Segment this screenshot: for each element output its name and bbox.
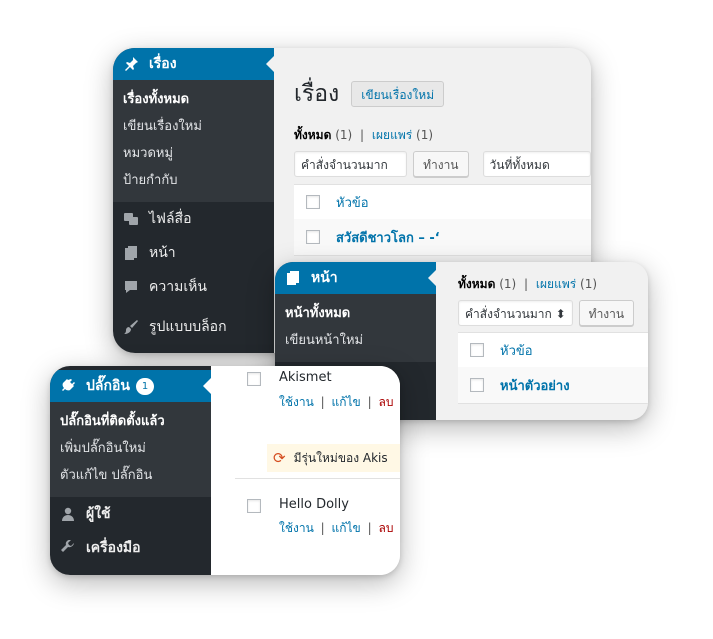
filter-all-count: (1)	[499, 277, 517, 291]
plugin-name: Hello Dolly	[279, 497, 349, 512]
edit-link[interactable]: แก้ไข	[332, 395, 361, 409]
pages-submenu: หน้าทั้งหมด เขียนหน้าใหม่	[275, 294, 436, 362]
filter-published[interactable]: เผยแพร่	[536, 277, 576, 291]
apply-button[interactable]: ทำงาน	[578, 300, 635, 326]
delete-link[interactable]: ลบ	[378, 521, 393, 535]
plugins-submenu: ปลั๊กอินที่ติดตั้งแล้ว เพิ่มปลั๊กอินใหม่…	[50, 402, 211, 497]
pages-icon	[285, 270, 301, 286]
admin-sidebar: เรื่อง เรื่องทั้งหมด เขียนเรื่องใหม่ หมว…	[113, 48, 274, 353]
wrench-icon	[60, 540, 76, 556]
submenu-all-posts[interactable]: เรื่องทั้งหมด	[113, 86, 274, 113]
menu-comments[interactable]: ความเห็น	[113, 270, 274, 304]
column-title-header[interactable]: หัวข้อ	[500, 340, 533, 361]
status-filters: ทั้งหมด (1) | เผยแพร่ (1)	[458, 275, 597, 294]
select-all-checkbox[interactable]	[306, 195, 320, 209]
pin-icon	[123, 56, 139, 72]
bulk-actions-select[interactable]: คำสั่งจำนวนมาก ⬍	[458, 300, 573, 326]
filter-separator: |	[524, 277, 529, 291]
page-title-link[interactable]: หน้าตัวอย่าง	[500, 375, 570, 396]
update-notice: ⟳ มีรุ่นใหม่ของ Akis	[267, 444, 400, 472]
page-title: เรื่อง	[294, 81, 340, 107]
admin-sidebar: ปลั๊กอิน 1 ปลั๊กอินที่ติดตั้งแล้ว เพิ่มป…	[50, 366, 211, 575]
menu-pages-label: หน้า	[149, 245, 176, 261]
table-row: หน้าตัวอย่าง	[458, 367, 648, 404]
delete-link[interactable]: ลบ	[378, 395, 393, 409]
table-row: สวัสดีชาวโลก – -‘	[294, 219, 591, 256]
row-checkbox[interactable]	[306, 230, 320, 244]
date-filter-select[interactable]: วันที่ทั้งหมด	[482, 151, 591, 177]
filter-all[interactable]: ทั้งหมด	[294, 128, 331, 142]
submenu-tags[interactable]: ป้ายกำกับ	[113, 167, 274, 194]
active-arrow	[266, 56, 274, 72]
activate-link[interactable]: ใช้งาน	[279, 395, 314, 409]
menu-tools[interactable]: เครื่องมือ	[50, 531, 211, 565]
pages-icon	[123, 245, 139, 261]
submenu-add-page[interactable]: เขียนหน้าใหม่	[275, 327, 436, 354]
menu-users-label: ผู้ใช้	[86, 506, 111, 522]
update-notice-text: มีรุ่นใหม่ของ Akis	[293, 450, 388, 465]
row-checkbox[interactable]	[470, 378, 484, 392]
status-filters: ทั้งหมด (1) | เผยแพร่ (1)	[294, 126, 433, 145]
plugins-main: Akismet ใช้งาน | แก้ไข | ลบ ⟳ มีรุ่นใหม่…	[211, 366, 400, 575]
filter-all[interactable]: ทั้งหมด	[458, 277, 495, 291]
plugins-window: ปลั๊กอิน 1 ปลั๊กอินที่ติดตั้งแล้ว เพิ่มป…	[50, 366, 400, 575]
action-separator: |	[367, 395, 372, 409]
filter-published-count: (1)	[580, 277, 598, 291]
table-header: หัวข้อ	[294, 184, 591, 220]
pages-main: ทั้งหมด (1) | เผยแพร่ (1) คำสั่งจำนวนมาก…	[436, 262, 648, 420]
action-separator: |	[320, 521, 325, 535]
menu-appearance[interactable]: รูปแบบบล็อก	[113, 310, 274, 344]
menu-posts[interactable]: เรื่อง	[113, 48, 274, 80]
menu-pages-label: หน้า	[311, 270, 338, 286]
bulk-actions-select[interactable]: คำสั่งจำนวนมาก ⬍	[294, 151, 408, 198]
menu-comments-label: ความเห็น	[149, 279, 207, 295]
column-title-header[interactable]: หัวข้อ	[336, 192, 369, 213]
menu-pages[interactable]: หน้า	[275, 262, 436, 294]
post-title-link[interactable]: สวัสดีชาวโลก – -‘	[336, 227, 440, 248]
plugin-row-hello-dolly: Hello Dolly ใช้งาน | แก้ไข | ลบ	[235, 479, 400, 575]
filter-published-count: (1)	[416, 128, 434, 142]
menu-tools-label: เครื่องมือ	[86, 540, 141, 556]
user-icon	[60, 506, 76, 522]
menu-media-label: ไฟล์สื่อ	[149, 211, 192, 227]
table-header: หัวข้อ	[458, 332, 648, 368]
select-all-checkbox[interactable]	[470, 343, 484, 357]
comment-icon	[123, 279, 139, 295]
menu-media[interactable]: ไฟล์สื่อ	[113, 202, 274, 236]
submenu-categories[interactable]: หมวดหมู่	[113, 140, 274, 167]
menu-appearance-label: รูปแบบบล็อก	[149, 319, 227, 335]
menu-posts-label: เรื่อง	[149, 56, 177, 72]
submenu-add-post[interactable]: เขียนเรื่องใหม่	[113, 113, 274, 140]
plugin-checkbox[interactable]	[247, 372, 261, 386]
add-new-post-button[interactable]: เขียนเรื่องใหม่	[351, 81, 445, 107]
update-count-badge: 1	[135, 377, 155, 395]
apply-button[interactable]: ทำงาน	[413, 151, 469, 177]
menu-plugins-label: ปลั๊กอิน	[86, 378, 130, 394]
plugin-row-akismet: Akismet ใช้งาน | แก้ไข | ลบ ⟳ มีรุ่นใหม่…	[235, 366, 400, 479]
plugin-checkbox[interactable]	[247, 499, 261, 513]
active-arrow	[203, 378, 211, 394]
brush-icon	[123, 319, 139, 335]
submenu-all-pages[interactable]: หน้าทั้งหมด	[275, 300, 436, 327]
menu-pages[interactable]: หน้า	[113, 236, 274, 270]
edit-link[interactable]: แก้ไข	[332, 521, 361, 535]
menu-users[interactable]: ผู้ใช้	[50, 497, 211, 531]
menu-plugins[interactable]: ปลั๊กอิน 1	[50, 370, 211, 402]
filter-all-count: (1)	[335, 128, 353, 142]
plug-icon	[60, 378, 76, 394]
activate-link[interactable]: ใช้งาน	[279, 521, 314, 535]
submenu-plugin-editor[interactable]: ตัวแก้ไข ปลั๊กอิน	[50, 462, 211, 489]
media-icon	[123, 211, 139, 227]
filter-separator: |	[360, 128, 365, 142]
filter-published[interactable]: เผยแพร่	[372, 128, 412, 142]
update-icon: ⟳	[273, 449, 286, 467]
plugin-name: Akismet	[279, 370, 332, 385]
submenu-add-plugin[interactable]: เพิ่มปลั๊กอินใหม่	[50, 435, 211, 462]
action-separator: |	[367, 521, 372, 535]
submenu-installed-plugins[interactable]: ปลั๊กอินที่ติดตั้งแล้ว	[50, 408, 211, 435]
posts-submenu: เรื่องทั้งหมด เขียนเรื่องใหม่ หมวดหมู่ ป…	[113, 80, 274, 202]
active-arrow	[428, 270, 436, 286]
action-separator: |	[320, 395, 325, 409]
